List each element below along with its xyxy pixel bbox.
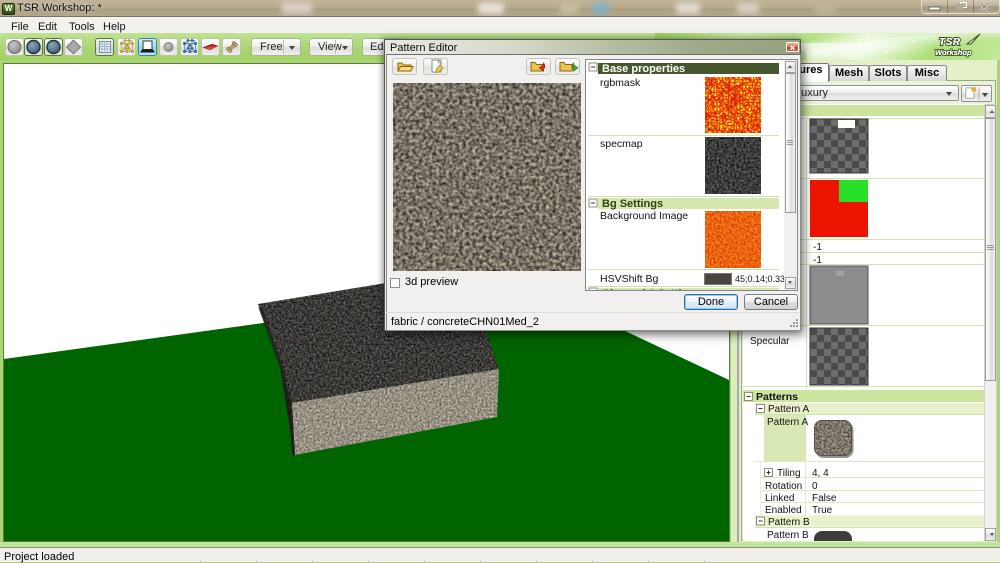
svg-text:HSVShift Bg: HSVShift Bg [600, 273, 659, 285]
svg-text:Base properties: Base properties [602, 63, 685, 75]
svg-text:Rotation: Rotation [765, 481, 802, 492]
svg-text:True: True [812, 505, 833, 516]
svg-text:Bg Settings: Bg Settings [602, 198, 663, 210]
svg-text:Workshop: Workshop [935, 48, 972, 57]
svg-text:False: False [812, 493, 837, 504]
svg-text:rgbmask: rgbmask [600, 77, 641, 89]
svg-text:Enabled: Enabled [765, 505, 802, 516]
svg-text:Channel 1 Settings: Channel 1 Settings [602, 288, 701, 290]
svg-text:45;0.14;0.33: 45;0.14;0.33 [735, 274, 785, 284]
svg-text:Tiling: Tiling [777, 468, 801, 479]
svg-text:Patterns: Patterns [756, 391, 798, 403]
svg-text:0: 0 [812, 481, 818, 492]
svg-text:Background Image: Background Image [600, 210, 688, 222]
svg-text:4, 4: 4, 4 [812, 468, 829, 479]
svg-text:specmap: specmap [600, 138, 643, 150]
svg-text:Linked: Linked [765, 493, 794, 504]
svg-text:TSR: TSR [939, 37, 961, 48]
svg-text:-1: -1 [813, 255, 822, 266]
svg-text:-1: -1 [813, 242, 822, 253]
svg-text:Pattern A: Pattern A [767, 417, 808, 428]
svg-text:Pattern B: Pattern B [768, 517, 810, 528]
svg-text:Pattern B: Pattern B [767, 530, 809, 541]
svg-text:99: 99 [836, 271, 844, 278]
svg-text:Specular: Specular [750, 336, 790, 347]
svg-text:Pattern A: Pattern A [768, 404, 809, 415]
